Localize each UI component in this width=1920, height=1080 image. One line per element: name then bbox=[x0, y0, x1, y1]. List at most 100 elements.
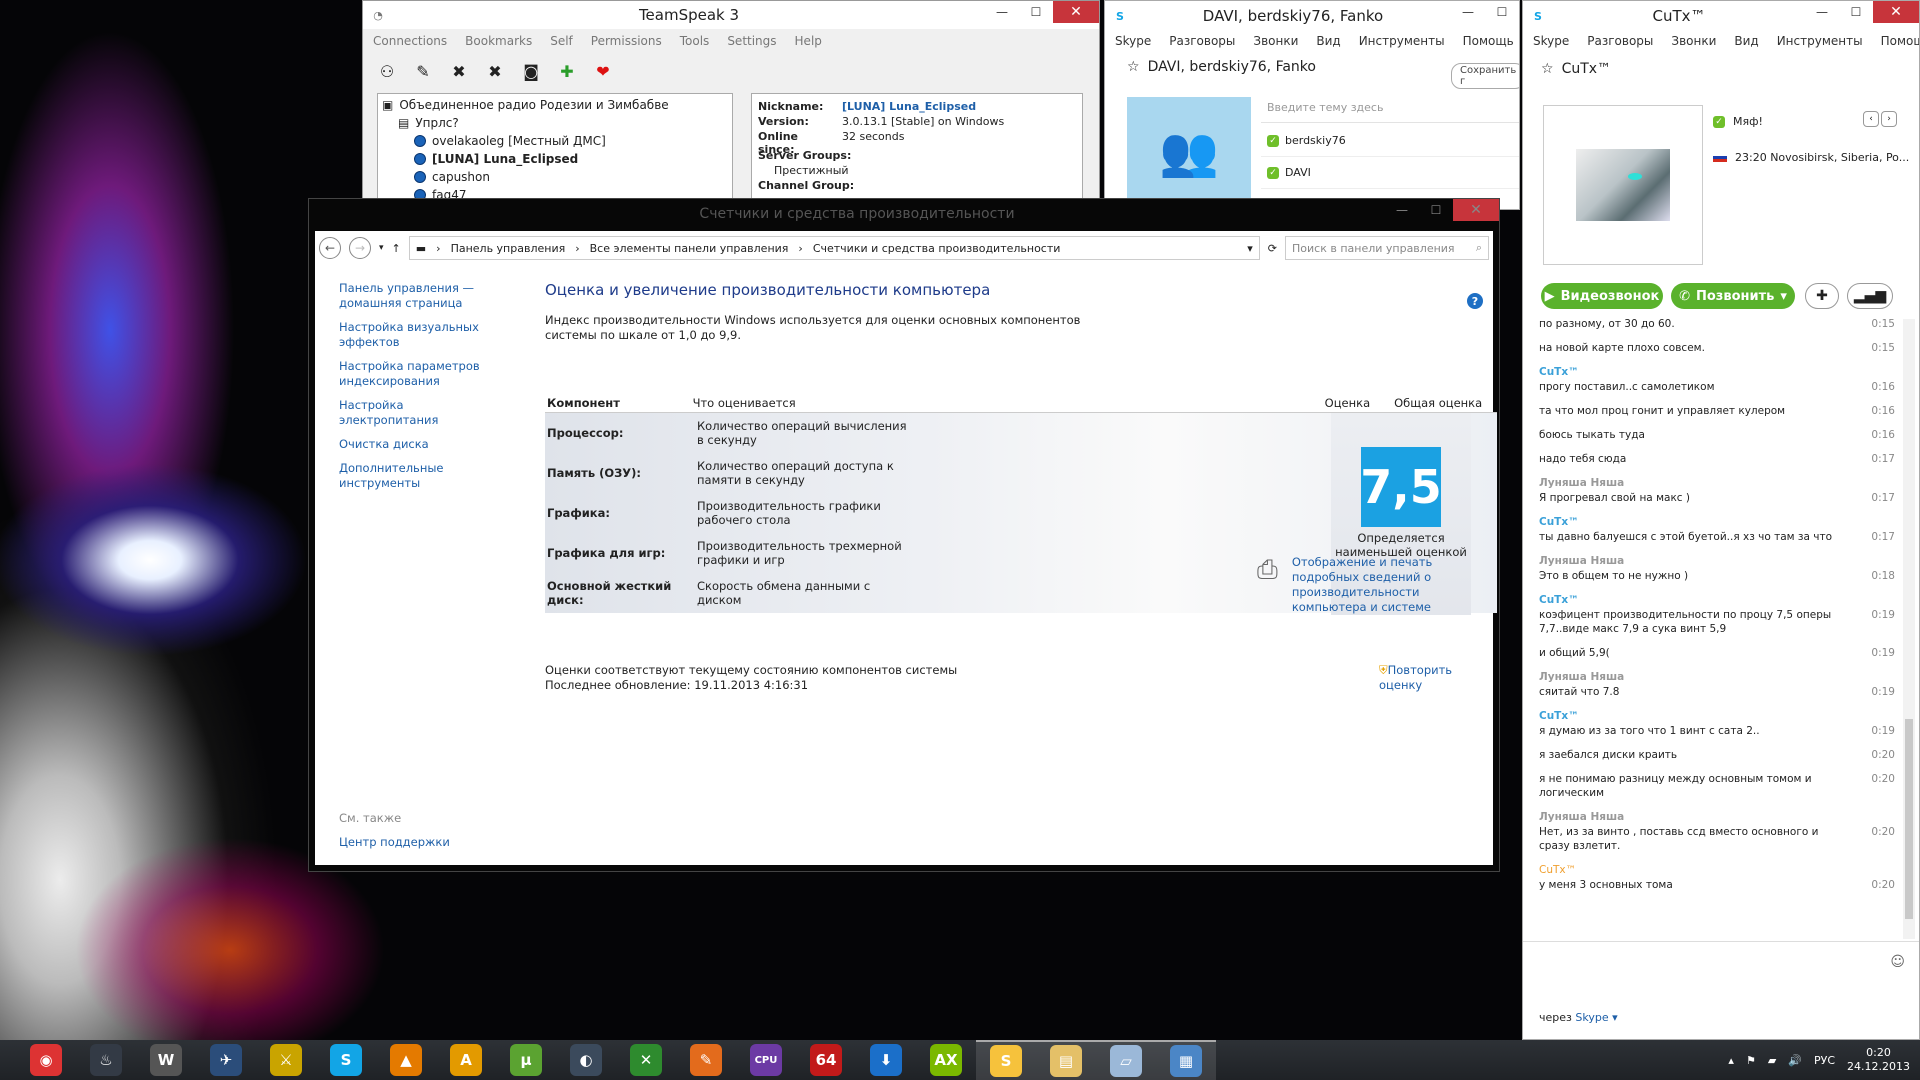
client-item[interactable]: capushon bbox=[382, 168, 728, 186]
away-icon[interactable]: ✖ bbox=[445, 58, 473, 84]
taskbar-button[interactable]: AX bbox=[916, 1040, 976, 1080]
chevron-down-icon[interactable]: ▾ bbox=[1609, 1011, 1618, 1024]
message-input[interactable]: ☺ bbox=[1523, 941, 1919, 1001]
taskbar-button[interactable]: CPU bbox=[736, 1040, 796, 1080]
menu-item[interactable]: Bookmarks bbox=[465, 34, 532, 48]
maximize-button[interactable]: ☐ bbox=[1485, 1, 1519, 23]
menu-item[interactable]: Skype bbox=[1533, 34, 1569, 48]
menu-item[interactable]: Разговоры bbox=[1587, 34, 1653, 48]
volume-icon[interactable]: 🔊 bbox=[1788, 1054, 1802, 1067]
menu-item[interactable]: Помощь bbox=[1881, 34, 1919, 48]
menu-item[interactable]: Звонки bbox=[1671, 34, 1716, 48]
video-call-button[interactable]: ▶ Видеозвонок bbox=[1541, 283, 1663, 309]
call-button[interactable]: ✆ Позвонить ▾ bbox=[1671, 283, 1795, 309]
indexing-link[interactable]: Настройка параметров индексирования bbox=[339, 359, 499, 389]
client-item[interactable]: [LUNA] Luna_Eclipsed bbox=[382, 150, 728, 168]
taskbar-button[interactable]: ⚔ bbox=[256, 1040, 316, 1080]
taskbar-button[interactable]: ✈ bbox=[196, 1040, 256, 1080]
minimize-button[interactable]: — bbox=[1451, 1, 1485, 23]
via-skype-dropdown[interactable]: Skype bbox=[1575, 1011, 1608, 1024]
breadcrumb-item[interactable]: Счетчики и средства производительности bbox=[813, 242, 1061, 255]
print-details-link[interactable]: Отображение и печать подробных сведений … bbox=[1292, 555, 1497, 615]
action-center-icon[interactable]: ▰ bbox=[1768, 1054, 1776, 1067]
breadcrumb-item[interactable]: Все элементы панели управления bbox=[590, 242, 789, 255]
taskbar-button[interactable]: ▦ bbox=[1156, 1040, 1216, 1080]
menu-item[interactable]: Settings bbox=[727, 34, 776, 48]
screenshot-icon[interactable]: ◙ bbox=[517, 58, 545, 84]
star-icon[interactable]: ☆ bbox=[1127, 59, 1140, 75]
refresh-icon[interactable]: ⟳ bbox=[1268, 242, 1277, 255]
minimize-button[interactable]: — bbox=[985, 1, 1019, 23]
rerun-assessment-link[interactable]: ⛨Повторить оценку bbox=[1379, 663, 1495, 692]
taskbar-button[interactable]: A bbox=[436, 1040, 496, 1080]
menu-item[interactable]: Self bbox=[550, 34, 573, 48]
next-icon[interactable]: › bbox=[1881, 111, 1897, 127]
minimize-button[interactable]: — bbox=[1385, 199, 1419, 221]
address-bar[interactable]: ▬ › Панель управления › Все элементы пан… bbox=[408, 236, 1260, 260]
advanced-tools-link[interactable]: Дополнительные инструменты bbox=[339, 461, 499, 491]
menu-item[interactable]: Connections bbox=[373, 34, 447, 48]
taskbar-button[interactable]: ▱ bbox=[1096, 1040, 1156, 1080]
bookmark-icon[interactable]: ✎ bbox=[409, 58, 437, 84]
minimize-button[interactable]: — bbox=[1805, 1, 1839, 23]
menu-item[interactable]: Permissions bbox=[591, 34, 662, 48]
menu-item[interactable]: Звонки bbox=[1253, 34, 1298, 48]
home-link[interactable]: Панель управления — домашняя страница bbox=[339, 281, 499, 311]
close-button[interactable]: ✕ bbox=[1053, 1, 1099, 23]
star-icon[interactable]: ☆ bbox=[1541, 61, 1554, 77]
up-icon[interactable]: ↑ bbox=[392, 242, 401, 255]
menu-item[interactable]: Help bbox=[795, 34, 822, 48]
menu-item[interactable]: Инструменты bbox=[1777, 34, 1863, 48]
menu-item[interactable]: Skype bbox=[1115, 34, 1151, 48]
topic-input[interactable]: Введите тему здесь bbox=[1261, 97, 1519, 123]
maximize-button[interactable]: ☐ bbox=[1839, 1, 1873, 23]
call-quality-icon[interactable]: ▂▄▆ bbox=[1847, 283, 1893, 309]
prev-icon[interactable]: ‹ bbox=[1863, 111, 1879, 127]
taskbar-button[interactable]: ⬇ bbox=[856, 1040, 916, 1080]
support-center-link[interactable]: Центр поддержки bbox=[339, 835, 450, 850]
breadcrumb-separator-icon[interactable]: › bbox=[436, 242, 440, 255]
clock[interactable]: 0:20 24.12.2013 bbox=[1847, 1046, 1910, 1074]
taskbar-button[interactable]: S bbox=[976, 1040, 1036, 1080]
taskbar-button[interactable]: µ bbox=[496, 1040, 556, 1080]
taskbar-button[interactable]: ✕ bbox=[616, 1040, 676, 1080]
breadcrumb-separator-icon[interactable]: › bbox=[575, 242, 579, 255]
plugin-icon[interactable]: ❤ bbox=[589, 58, 617, 84]
search-input[interactable]: Поиск в панели управления ⌕ bbox=[1285, 236, 1489, 260]
maximize-button[interactable]: ☐ bbox=[1019, 1, 1053, 23]
disk-cleanup-link[interactable]: Очистка диска bbox=[339, 437, 499, 452]
menu-item[interactable]: Tools bbox=[680, 34, 710, 48]
emoticon-icon[interactable]: ☺ bbox=[1890, 954, 1905, 970]
breadcrumb-separator-icon[interactable]: › bbox=[798, 242, 802, 255]
taskbar-button[interactable]: ◐ bbox=[556, 1040, 616, 1080]
add-user-icon[interactable]: ✚ bbox=[553, 58, 581, 84]
menu-item[interactable]: Разговоры bbox=[1169, 34, 1235, 48]
member-item[interactable]: ✓ berdskiy76 bbox=[1261, 125, 1519, 157]
taskbar-button[interactable]: ♨ bbox=[76, 1040, 136, 1080]
add-button[interactable]: ✚ bbox=[1805, 283, 1839, 309]
taskbar-button[interactable]: ▲ bbox=[376, 1040, 436, 1080]
taskbar-button[interactable]: ◉ bbox=[16, 1040, 76, 1080]
save-group-button[interactable]: Сохранить г bbox=[1451, 63, 1519, 89]
close-button[interactable]: ✕ bbox=[1873, 1, 1919, 23]
menu-item[interactable]: Вид bbox=[1316, 34, 1340, 48]
back-icon[interactable]: ← bbox=[319, 237, 341, 259]
show-hidden-icons-icon[interactable]: ▴ bbox=[1728, 1054, 1734, 1067]
recent-pages-icon[interactable]: ▾ bbox=[379, 243, 384, 253]
visual-effects-link[interactable]: Настройка визуальных эффектов bbox=[339, 320, 499, 350]
mute-speakers-icon[interactable]: ✖ bbox=[481, 58, 509, 84]
search-icon[interactable]: ⌕ bbox=[1476, 241, 1482, 255]
connect-icon[interactable]: ⚇ bbox=[373, 58, 401, 84]
network-flag-icon[interactable]: ⚑ bbox=[1746, 1054, 1756, 1067]
scrollbar[interactable] bbox=[1903, 319, 1915, 939]
member-item[interactable]: ✓ DAVI bbox=[1261, 157, 1519, 189]
channel-item[interactable]: ▤ Упрлс? bbox=[382, 114, 728, 132]
menu-item[interactable]: Вид bbox=[1734, 34, 1758, 48]
taskbar-button[interactable]: S bbox=[316, 1040, 376, 1080]
menu-item[interactable]: Помощь bbox=[1463, 34, 1514, 48]
taskbar-button[interactable]: ▤ bbox=[1036, 1040, 1096, 1080]
language-indicator[interactable]: РУС bbox=[1814, 1054, 1835, 1067]
taskbar-button[interactable]: W bbox=[136, 1040, 196, 1080]
taskbar-button[interactable]: ✎ bbox=[676, 1040, 736, 1080]
breadcrumb-item[interactable]: Панель управления bbox=[451, 242, 566, 255]
